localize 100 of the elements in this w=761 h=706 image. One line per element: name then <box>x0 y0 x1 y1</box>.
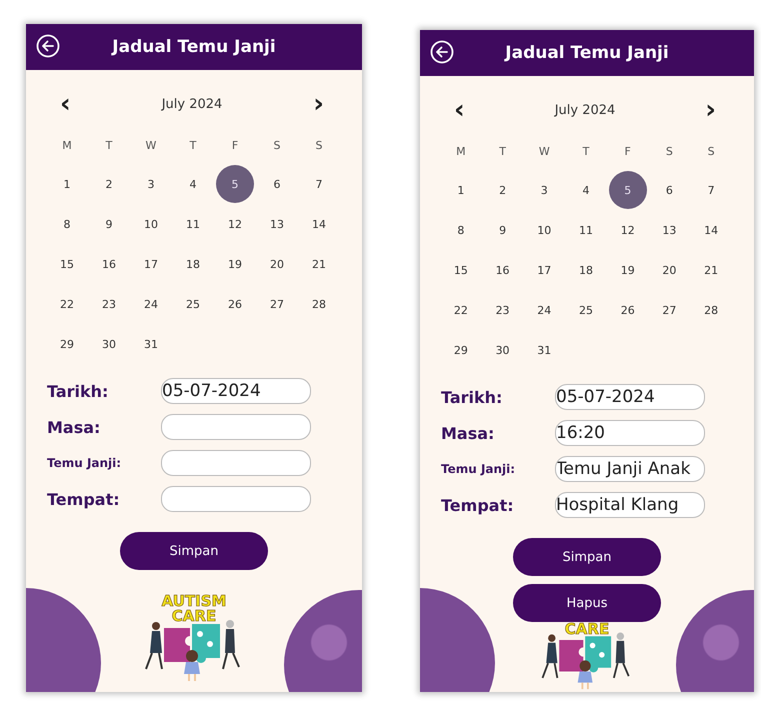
calendar-day[interactable]: 25 <box>566 291 605 329</box>
previous-month-button[interactable]: ‹ <box>450 98 469 122</box>
text-field[interactable] <box>161 486 311 512</box>
text-field[interactable]: Hospital Klang <box>555 492 705 518</box>
calendar-day[interactable]: 13 <box>258 205 296 243</box>
calendar-day[interactable]: 14 <box>300 205 338 243</box>
weekday-label: W <box>146 138 156 154</box>
weekday-label: M <box>62 138 72 154</box>
calendar-day[interactable]: 20 <box>650 251 688 289</box>
text-field[interactable]: 16:20 <box>555 420 705 446</box>
weekday-label: S <box>708 144 715 160</box>
calendar-day[interactable]: 5 <box>216 165 254 203</box>
calendar-day[interactable]: 7 <box>300 165 338 203</box>
calendar-day[interactable]: 31 <box>525 331 564 369</box>
calendar-day[interactable]: 27 <box>650 291 688 329</box>
calendar-day[interactable]: 27 <box>258 285 296 323</box>
calendar-day[interactable]: 15 <box>442 251 480 289</box>
calendar-day[interactable]: 21 <box>692 251 730 289</box>
calendar-day[interactable]: 22 <box>48 285 86 323</box>
calendar-day[interactable]: 26 <box>216 285 254 323</box>
calendar-day[interactable]: 3 <box>525 171 564 209</box>
field-label: Masa: <box>441 424 496 442</box>
field-label: Tarikh: <box>441 388 504 406</box>
calendar-day[interactable]: 29 <box>48 325 86 363</box>
calendar-day[interactable]: 28 <box>300 285 338 323</box>
text-field[interactable] <box>161 414 311 440</box>
calendar-day[interactable]: 18 <box>174 245 212 283</box>
calendar-day[interactable]: 18 <box>566 251 605 289</box>
weekday-label: M <box>456 144 466 160</box>
calendar-day[interactable]: 4 <box>174 165 212 203</box>
calendar-day[interactable]: 1 <box>48 165 86 203</box>
calendar-day[interactable]: 6 <box>650 171 688 209</box>
calendar-day[interactable]: 10 <box>132 205 170 243</box>
weekday-label: W <box>538 144 550 160</box>
calendar-day[interactable]: 13 <box>650 211 688 249</box>
calendar-day[interactable]: 25 <box>174 285 212 323</box>
calendar-day[interactable]: 4 <box>566 171 605 209</box>
screen-title: Jadual Temu Janji <box>112 37 276 57</box>
weekday-label: T <box>190 138 196 154</box>
calendar-day[interactable]: 17 <box>132 245 170 283</box>
logo-text: CARE <box>172 609 216 624</box>
calendar-day[interactable]: 12 <box>216 205 254 243</box>
calendar-day[interactable]: 6 <box>258 165 296 203</box>
screen-title: Jadual Temu Janji <box>505 43 669 63</box>
action-button[interactable]: Simpan <box>513 538 661 576</box>
calendar-day[interactable]: 1 <box>442 171 480 209</box>
calendar-day[interactable]: 9 <box>90 205 128 243</box>
field-label: Tarikh: <box>47 382 110 400</box>
weekday-label: S <box>316 138 322 154</box>
calendar-day[interactable]: 23 <box>484 291 522 329</box>
calendar-day[interactable]: 22 <box>442 291 480 329</box>
calendar-day[interactable]: 8 <box>442 211 480 249</box>
calendar-day[interactable]: 31 <box>132 325 170 363</box>
logo-text: CARE <box>564 622 610 637</box>
calendar-day[interactable]: 29 <box>442 331 480 369</box>
weekday-label: F <box>624 144 631 160</box>
calendar-day[interactable]: 2 <box>90 165 128 203</box>
calendar-day[interactable]: 9 <box>484 211 522 249</box>
action-button[interactable]: Hapus <box>513 584 661 622</box>
calendar-day[interactable]: 17 <box>525 251 564 289</box>
calendar-day[interactable]: 28 <box>692 291 730 329</box>
calendar-day[interactable]: 3 <box>132 165 170 203</box>
calendar-day[interactable]: 14 <box>692 211 730 249</box>
weekday-label: T <box>499 144 506 160</box>
field-label: Masa: <box>47 418 102 436</box>
next-month-button[interactable]: › <box>309 92 328 116</box>
calendar-day[interactable]: 30 <box>90 325 128 363</box>
calendar-day[interactable]: 7 <box>692 171 730 209</box>
calendar-day[interactable]: 10 <box>525 211 564 249</box>
action-button[interactable]: Simpan <box>120 532 268 570</box>
calendar-day[interactable]: 16 <box>90 245 128 283</box>
calendar-day[interactable]: 19 <box>216 245 254 283</box>
calendar-day[interactable]: 8 <box>48 205 86 243</box>
weekday-label: S <box>666 144 673 160</box>
weekday-label: T <box>106 138 112 154</box>
text-field[interactable]: 05-07-2024 <box>161 378 311 404</box>
calendar-day[interactable]: 26 <box>608 291 647 329</box>
calendar-day[interactable]: 24 <box>132 285 170 323</box>
logo-text: AUTISM <box>162 594 226 609</box>
calendar-day[interactable]: 2 <box>484 171 522 209</box>
calendar-day[interactable]: 30 <box>484 331 522 369</box>
calendar-day[interactable]: 15 <box>48 245 86 283</box>
calendar-day[interactable]: 16 <box>484 251 522 289</box>
calendar-day[interactable]: 19 <box>608 251 647 289</box>
month-label: July 2024 <box>554 102 616 118</box>
next-month-button[interactable]: › <box>701 98 720 122</box>
text-field[interactable] <box>161 450 311 476</box>
text-field[interactable]: 05-07-2024 <box>555 384 705 410</box>
calendar-day[interactable]: 24 <box>525 291 564 329</box>
calendar-day[interactable]: 11 <box>566 211 605 249</box>
calendar-day[interactable]: 20 <box>258 245 296 283</box>
calendar-day[interactable]: 21 <box>300 245 338 283</box>
weekday-label: S <box>274 138 280 154</box>
calendar-day[interactable]: 11 <box>174 205 212 243</box>
text-field[interactable]: Temu Janji Anak <box>555 456 705 482</box>
previous-month-button[interactable]: ‹ <box>56 92 75 116</box>
calendar-day[interactable]: 12 <box>608 211 647 249</box>
calendar-day[interactable]: 23 <box>90 285 128 323</box>
field-label: Temu Janji: <box>441 462 516 476</box>
calendar-day[interactable]: 5 <box>608 171 647 209</box>
